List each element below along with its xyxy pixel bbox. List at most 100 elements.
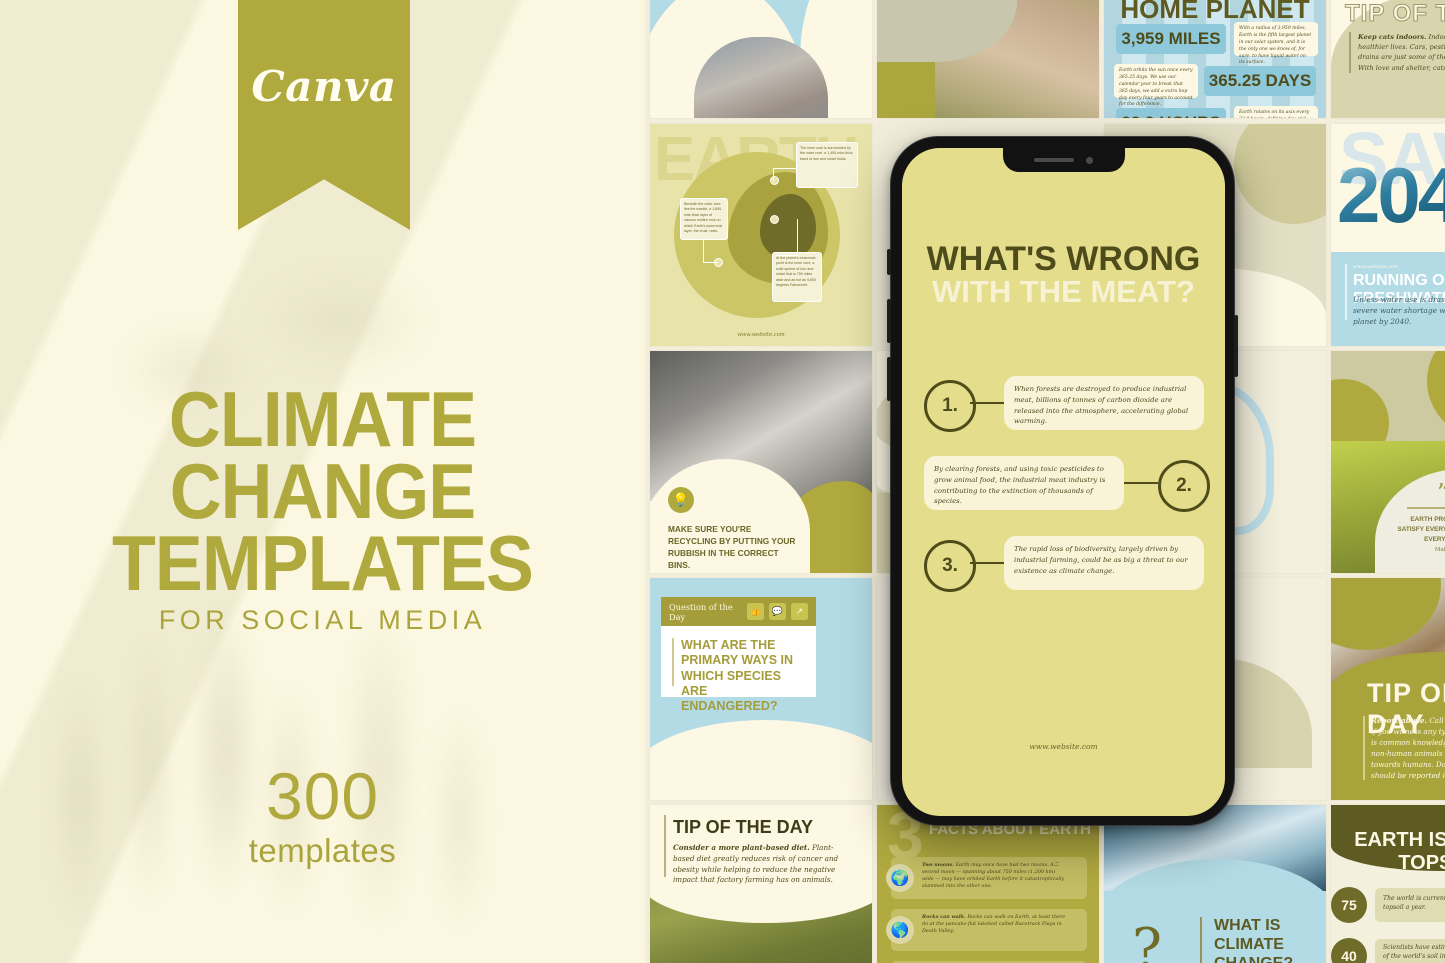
fact-value-1: 3,959 MILES xyxy=(1116,24,1226,54)
template-count: 300 xyxy=(265,759,380,833)
phone-mute-switch[interactable] xyxy=(887,249,891,275)
callout-1: The inner core is surrounded by the oute… xyxy=(796,142,858,188)
brand-name: Canva xyxy=(251,62,397,111)
tile-facts-about-earth[interactable]: 3 FACTS ABOUT EARTH 🌍 Two moons. Earth m… xyxy=(877,805,1099,963)
post-step-2: 2. By clearing forests, and using toxic … xyxy=(924,456,1210,520)
line-2: CLIMATE xyxy=(1214,935,1284,953)
post-step-number-2: 2. xyxy=(1158,460,1210,512)
fact-value-3: 23.9 HOURS xyxy=(1116,108,1226,118)
tile-earth-website: www.website.com xyxy=(737,332,785,338)
post-step-1: 1. When forests are destroyed to produce… xyxy=(924,376,1204,440)
tile-cat-tip-lead: Keep cats indoors. xyxy=(1358,33,1427,41)
tile-recycling[interactable]: 💡 MAKE SURE YOU'RE RECYCLING BY PUTTING … xyxy=(650,351,872,573)
tile-wheat-tip[interactable]: TIP OF THE DAY Consider a more plant-bas… xyxy=(650,805,872,963)
fact-caption-2: Earth orbits the sun once every 365.25 d… xyxy=(1114,64,1198,107)
topsoil-text-1: The world is currently losing 75 billion… xyxy=(1383,895,1445,911)
phone-power-button[interactable] xyxy=(1234,315,1238,377)
divider xyxy=(1407,507,1445,509)
callout-2: Beneath the outer core lies the mantle, … xyxy=(680,198,728,240)
globe-icon: 🌍 xyxy=(886,864,914,892)
tile-wheat-tip-title: TIP OF THE DAY xyxy=(673,817,814,837)
page-subtitle: FOR SOCIAL MEDIA xyxy=(158,605,487,635)
post-step-text-2: By clearing forests, and using toxic pes… xyxy=(924,456,1124,510)
fact-text-2: Rocks can walk. Rocks can walk on Earth,… xyxy=(922,914,1066,935)
post-step-number-1: 1. xyxy=(924,380,976,432)
tile-body: Unless water use is drastically reduced,… xyxy=(1353,295,1445,327)
tile-home-planet[interactable]: HOME PLANET 3,959 MILES With a radius of… xyxy=(1104,0,1326,118)
wave-shape xyxy=(650,720,872,800)
share-icon[interactable]: ↗ xyxy=(791,603,808,620)
post-step-text-1: When forests are destroyed to produce in… xyxy=(1004,376,1204,430)
connector-line xyxy=(970,562,1006,564)
phone-volume-down-button[interactable] xyxy=(887,357,891,401)
question-card: WHAT ARE THE PRIMARY WAYS IN WHICH SPECI… xyxy=(661,626,816,713)
tile-topsoil-title: EARTH IS LOSING TOPSOIL xyxy=(1354,829,1445,874)
tile-wheat-tip-lead: Consider a more plant-based diet. xyxy=(673,843,810,852)
divider xyxy=(672,638,674,686)
connector-line xyxy=(1122,482,1158,484)
globe-icon: 🌎 xyxy=(886,916,914,944)
canva-ribbon-logo: Canva xyxy=(238,0,410,230)
thumbs-up-icon[interactable]: 👍 xyxy=(747,603,764,620)
tile-topsoil[interactable]: EARTH IS LOSING TOPSOIL 75 The world is … xyxy=(1331,805,1445,963)
topsoil-badge-1: 75 xyxy=(1331,887,1367,923)
tile-cat-tip-title: TIP OF THE DAY xyxy=(1345,0,1445,28)
fact-value-2: 365.25 DAYS xyxy=(1204,66,1316,96)
tile-cat-tip-body: Keep cats indoors. Indoor cats live long… xyxy=(1349,32,1445,73)
tile-website: www.website.com xyxy=(1353,264,1399,270)
callout-line-2 xyxy=(703,240,718,263)
comment-icon[interactable]: 💬 xyxy=(769,603,786,620)
tile-dog-tip[interactable]: TIP OF THE DAY Report abuse. Call your l… xyxy=(1331,578,1445,800)
quote-author: Mahatma Gandhi xyxy=(1434,547,1445,553)
decorative-circle xyxy=(1234,124,1326,224)
fact-lead-1: Two moons. xyxy=(922,862,954,868)
post-step-3: 3. The rapid loss of biodiversity, large… xyxy=(924,536,1204,600)
divider xyxy=(1345,264,1347,320)
fact-lead-2: Rocks can walk. xyxy=(922,914,966,920)
question-bar: Question of the Day 👍 💬 ↗ xyxy=(661,597,816,626)
topsoil-badge-2: 40 xyxy=(1331,938,1367,963)
phone-volume-up-button[interactable] xyxy=(887,299,891,343)
question-text: WHAT ARE THE PRIMARY WAYS IN WHICH SPECI… xyxy=(681,638,794,713)
phone-screen: WHAT'S WRONG WITH THE MEAT? 1. When fore… xyxy=(902,148,1225,816)
page-title-line2: TEMPLATES xyxy=(112,518,534,607)
tile-recycling-text: MAKE SURE YOU'RE RECYCLING BY PUTTING YO… xyxy=(668,524,796,571)
callout-line-1 xyxy=(773,168,797,181)
tile-save-2040[interactable]: SAVE 2040 www.website.com RUNNING OUT OF… xyxy=(1331,124,1445,346)
tile-gandhi-quote[interactable]: ” EARTH PROVIDES ENOUGH TO SATISFY EVERY… xyxy=(1331,351,1445,573)
tile-dog-tip-body: Report abuse. Call your local humane soc… xyxy=(1371,716,1445,782)
tile-question-of-the-day[interactable]: Question of the Day 👍 💬 ↗ WHAT ARE THE P… xyxy=(650,578,872,800)
page-title: CLIMATE CHANGE TEMPLATES xyxy=(26,380,619,607)
tile-climate-question-text: WHAT IS CLIMATE CHANGE? xyxy=(1214,917,1314,963)
tile-meat-vs-vegan[interactable]: WHAT DO YOU THINK OF THE MEAT VS VEGAN D… xyxy=(877,0,1099,118)
line-3: CHANGE? xyxy=(1214,955,1314,963)
tile-repair-services[interactable]: OUTLETS THAT OFTEN OFFER REPAIR SERVICES… xyxy=(650,0,872,118)
quote-mark: ” xyxy=(1437,479,1445,507)
post-title-line2: WITH THE MEAT? xyxy=(932,274,1195,309)
post-step-number-3: 3. xyxy=(924,540,976,592)
tile-year: 2040 xyxy=(1337,150,1445,241)
tile-dog-tip-lead: Report abuse. xyxy=(1371,716,1428,725)
phone-mockup: WHAT'S WRONG WITH THE MEAT? 1. When fore… xyxy=(887,136,1238,826)
decorative-circle-1 xyxy=(1427,351,1445,441)
tile-cat-tip[interactable]: TIP OF THE DAY Keep cats indoors. Indoor… xyxy=(1331,0,1445,118)
divider xyxy=(664,815,666,877)
divider xyxy=(1200,917,1202,963)
tile-wheat-tip-body: Consider a more plant-based diet. Plant-… xyxy=(673,843,843,886)
screenshot-root: Canva CLIMATE CHANGE TEMPLATES FOR SOCIA… xyxy=(0,0,1445,963)
tile-earth-diagram[interactable]: EARTH The inner core is surrounded by th… xyxy=(650,124,872,346)
post-website: www.website.com xyxy=(1029,742,1098,751)
instagram-post-preview: WHAT'S WRONG WITH THE MEAT? 1. When fore… xyxy=(902,148,1225,816)
question-bar-label: Question of the Day xyxy=(669,601,733,622)
line-1: WHAT IS xyxy=(1214,917,1281,934)
tile-what-is-climate-change[interactable]: ? WHAT IS CLIMATE CHANGE? xyxy=(1104,805,1326,963)
fact-caption-1: With a radius of 3,959 miles, Earth is t… xyxy=(1234,22,1318,65)
question-mark-icon: ? xyxy=(1132,917,1163,963)
fact-caption-3: Earth rotates on its axis every 23.9 hou… xyxy=(1234,106,1318,118)
callout-line-3 xyxy=(777,219,798,256)
callout-3: At the planet's innermost point is the i… xyxy=(772,252,822,302)
divider xyxy=(1363,716,1365,780)
quote-text: EARTH PROVIDES ENOUGH TO SATISFY EVERY M… xyxy=(1397,516,1445,543)
page-title-line1: CLIMATE CHANGE xyxy=(168,375,477,535)
post-step-text-3: The rapid loss of biodiversity, largely … xyxy=(1004,536,1204,590)
